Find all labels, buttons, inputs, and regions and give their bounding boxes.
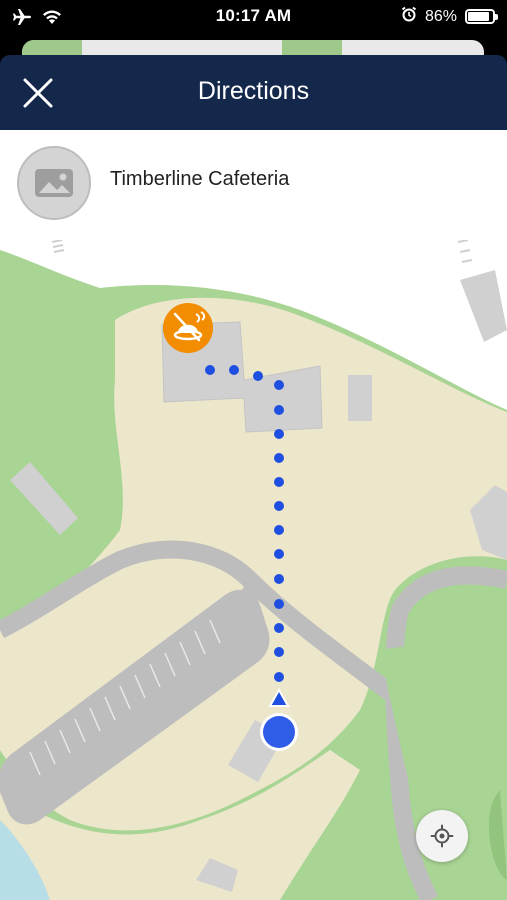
battery-icon xyxy=(465,9,498,24)
cafeteria-marker-icon[interactable] xyxy=(163,303,213,353)
destination-row[interactable]: Timberline Cafeteria xyxy=(0,130,507,240)
page-title: Directions xyxy=(197,77,310,105)
locate-me-button[interactable] xyxy=(416,810,468,862)
directions-header: Directions xyxy=(0,55,507,130)
map-canvas xyxy=(0,230,507,900)
locate-me-icon xyxy=(430,824,454,848)
alarm-icon xyxy=(401,6,417,27)
status-bar: 10:17 AM 86% xyxy=(0,0,507,40)
campus-map[interactable] xyxy=(0,230,507,900)
destination-name: Timberline Cafeteria xyxy=(110,168,290,190)
destination-thumbnail xyxy=(17,146,91,220)
battery-percentage: 86% xyxy=(424,7,457,25)
image-placeholder-icon xyxy=(35,169,73,197)
